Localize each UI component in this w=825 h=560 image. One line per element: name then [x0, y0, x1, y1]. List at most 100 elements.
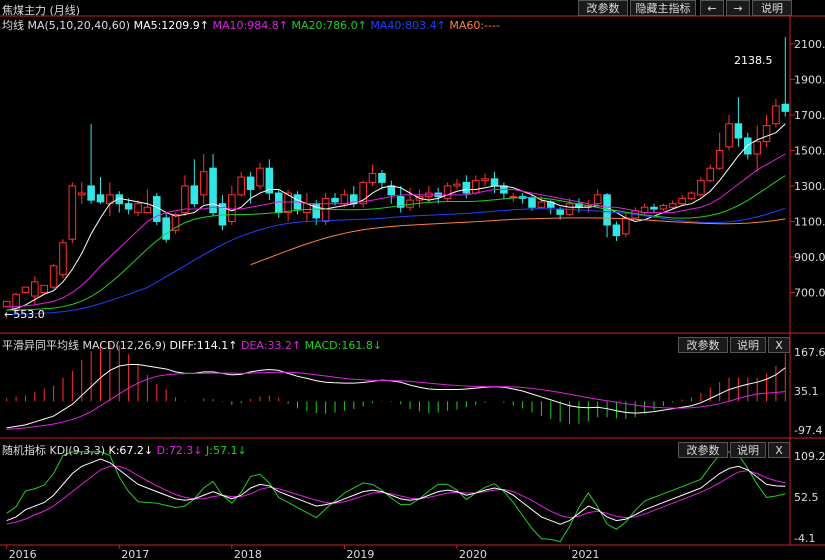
kdj-y-tick-label: 52.5: [794, 491, 819, 504]
hide-main-indicator-button[interactable]: 隐藏主指标: [630, 0, 696, 16]
candle-body: [209, 167, 217, 214]
candle-body: [21, 286, 30, 293]
kdj-legend: 随机指标 KDJ(9,3,3) K:67.2↓ D:72.3↓ J:57.1↓: [2, 442, 247, 458]
chart-canvas: 2100.0 1900.0 1700.0 1500.0 1300.0 1100.0 900.…: [0, 15, 825, 560]
candle-body: [744, 137, 752, 155]
y-tick-label: 2100.0: [794, 38, 825, 51]
macd-params-button[interactable]: 改参数: [678, 337, 728, 353]
low-price-label: ←553.0: [4, 308, 45, 321]
candle-body: [762, 125, 771, 143]
candle-body: [143, 206, 152, 214]
ma60-value: MA60:----: [449, 19, 500, 32]
candle-body: [528, 197, 536, 208]
candle-body: [237, 176, 245, 196]
candle-body: [368, 173, 377, 183]
macd-diff-line: [6, 364, 786, 429]
macd-dea-line: [6, 371, 786, 430]
candle-body: [471, 180, 480, 194]
y-tick-label: 1100.0: [794, 215, 825, 228]
kdj-help-button[interactable]: 说明: [730, 442, 766, 458]
candle-body: [256, 167, 264, 187]
candle-body: [68, 185, 77, 240]
candle-body: [481, 178, 489, 182]
x-tick-label: 2016: [9, 548, 37, 560]
candle-body: [124, 203, 133, 210]
candle-body: [134, 203, 142, 214]
ma-label: 均线 MA(5,10,20,40,60): [2, 19, 131, 32]
kdj-d-value: D:72.3↓: [156, 444, 203, 457]
macd-y-tick-label: -97.4: [794, 424, 822, 437]
ma10-value: MA10:984.8↑: [212, 19, 288, 32]
ma40-line: [6, 207, 786, 315]
ma-legend: 均线 MA(5,10,20,40,60) MA5:1209.9↑ MA10:98…: [2, 17, 500, 33]
y-tick-label: 1900.0: [794, 73, 825, 86]
params-button[interactable]: 改参数: [578, 0, 628, 16]
candle-body: [687, 192, 696, 199]
candle-body: [781, 103, 790, 112]
candle-body: [678, 197, 686, 205]
chart-title: 焦煤主力 (月线): [2, 4, 81, 17]
kdj-k-value: K:67.2↓: [108, 444, 154, 457]
kdj-params-button[interactable]: 改参数: [678, 442, 728, 458]
candle-body: [706, 167, 715, 182]
candle-body: [40, 284, 48, 293]
ma20-value: MA20:786.0↑: [291, 19, 367, 32]
kdj-d-line: [6, 465, 786, 525]
macd-diff-value: DIFF:114.1↑: [169, 339, 238, 352]
y-tick-label: 1500.0: [794, 144, 825, 157]
candle-body: [31, 281, 39, 297]
candle-body: [537, 201, 546, 208]
macd-y-tick-label: 167.6: [794, 346, 825, 359]
candle-body: [462, 181, 471, 194]
candle-body: [321, 197, 330, 222]
x-tick-label: 2019: [346, 548, 374, 560]
candle-body: [734, 123, 743, 139]
candle-body: [650, 206, 658, 210]
y-tick-label: 700.0: [794, 286, 825, 299]
candle-body: [378, 173, 386, 183]
macd-legend: 平滑异同平均线 MACD(12,26,9) DIFF:114.1↑ DEA:33…: [2, 337, 382, 353]
macd-dea-value: DEA:33.2↑: [240, 339, 302, 352]
candle-body: [453, 183, 461, 187]
candle-body: [443, 185, 452, 199]
ma60-line: [250, 217, 786, 266]
candle-body: [340, 194, 349, 205]
x-tick-label: 2018: [234, 548, 262, 560]
y-tick-label: 1700.0: [794, 109, 825, 122]
candle-body: [387, 185, 396, 196]
candle-body: [772, 105, 780, 125]
candle-body: [697, 180, 705, 196]
help-button[interactable]: 说明: [752, 0, 792, 16]
macd-label: 平滑异同平均线 MACD(12,26,9): [2, 339, 167, 352]
candle-body: [2, 300, 11, 308]
x-tick-label: 2020: [459, 548, 487, 560]
y-tick-label: 1300.0: [794, 180, 825, 193]
candle-body: [659, 204, 668, 210]
candle-body: [593, 194, 602, 205]
y-tick-label: 900.0: [794, 251, 825, 264]
candle-body: [96, 194, 105, 203]
macd-y-tick-label: 35.1: [794, 385, 819, 398]
x-tick-label: 2021: [572, 548, 600, 560]
ma40-value: MA40:803.4↑: [370, 19, 446, 32]
candle-body: [87, 185, 95, 201]
candle-body: [77, 192, 86, 196]
macd-macd-value: MACD:161.8↓: [304, 339, 383, 352]
candle-body: [59, 242, 67, 276]
candle-body: [622, 217, 630, 235]
ma5-value: MA5:1209.9↑: [133, 19, 210, 32]
candle-body: [331, 197, 339, 203]
ma10-line: [6, 153, 786, 308]
next-arrow-icon[interactable]: →: [726, 0, 750, 16]
x-tick-label: 2017: [121, 548, 149, 560]
candle-body: [715, 149, 724, 169]
kdj-j-value: J:57.1↓: [206, 444, 247, 457]
candle-body: [199, 171, 208, 196]
candle-body: [556, 208, 564, 215]
prev-arrow-icon[interactable]: ←: [700, 0, 724, 16]
kdj-close-icon[interactable]: X: [768, 442, 790, 458]
candle-body: [246, 176, 255, 190]
candle-body: [725, 123, 733, 148]
macd-close-icon[interactable]: X: [768, 337, 790, 353]
macd-help-button[interactable]: 说明: [730, 337, 766, 353]
